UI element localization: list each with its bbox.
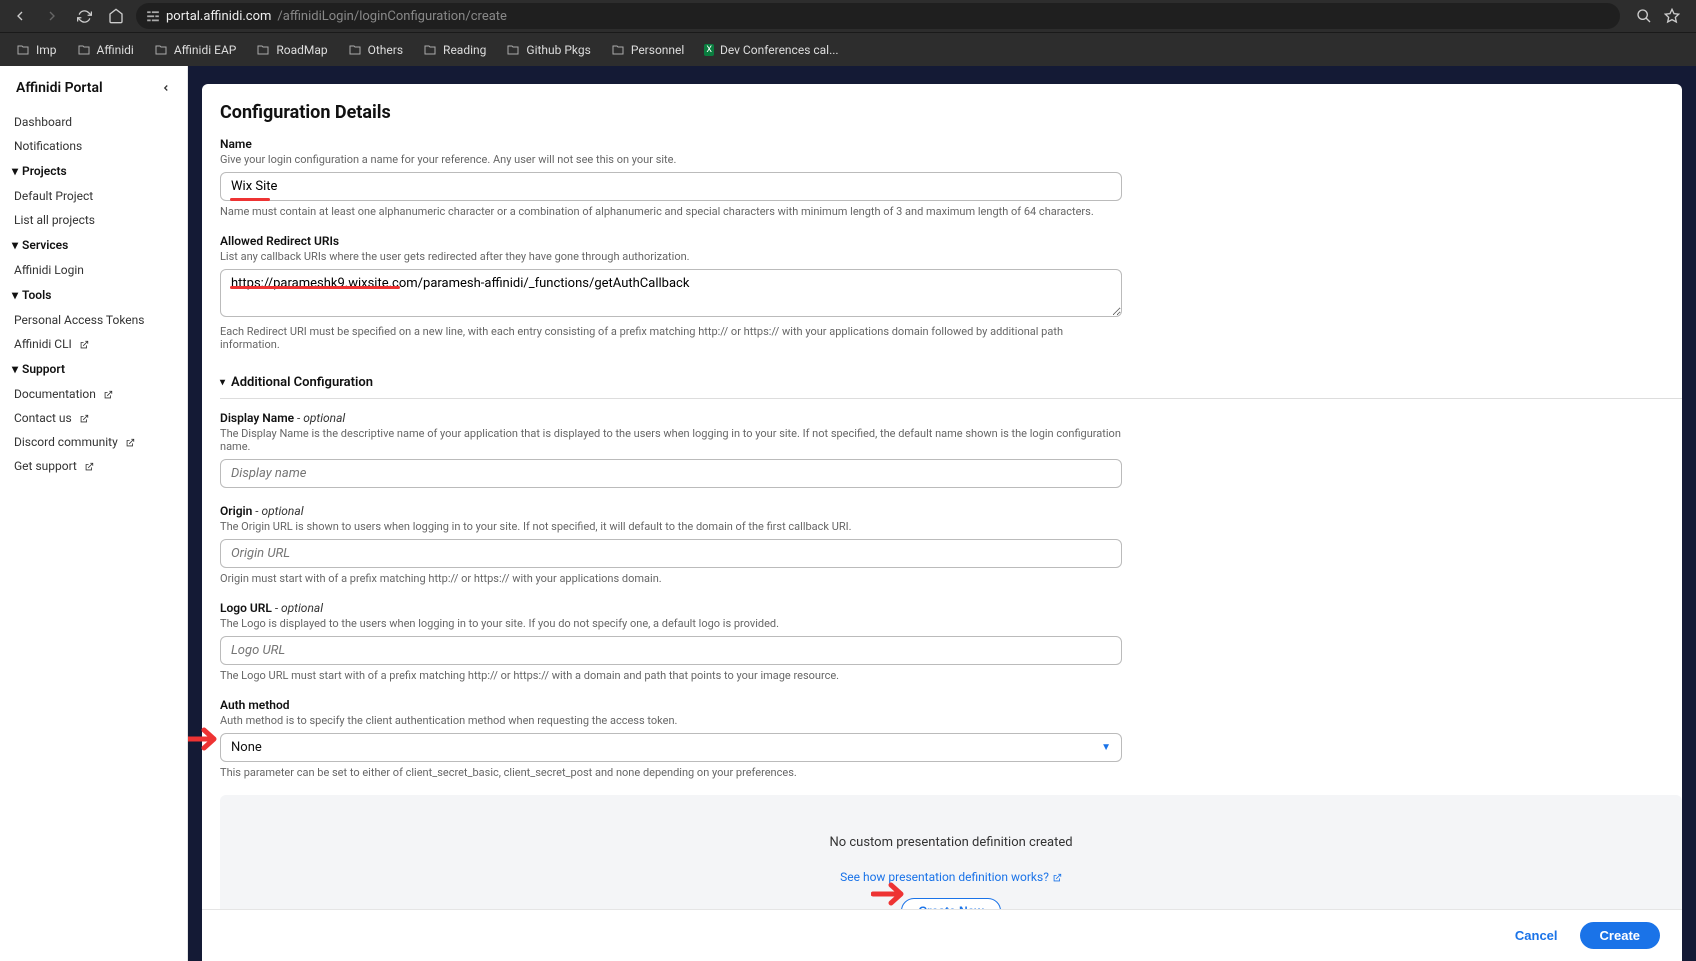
footer-actions: Cancel Create xyxy=(202,909,1682,961)
sidebar-item-default-project[interactable]: Default Project xyxy=(0,184,187,208)
bookmark-bar: Imp Affinidi Affinidi EAP RoadMap Others… xyxy=(0,32,1696,66)
annotation-arrow xyxy=(188,726,224,752)
external-link-icon xyxy=(1052,873,1062,883)
reload-button[interactable] xyxy=(72,4,96,28)
name-help: Name must contain at least one alphanume… xyxy=(220,205,1122,218)
cancel-button[interactable]: Cancel xyxy=(1505,922,1568,949)
annotation-underline xyxy=(230,286,400,289)
back-button[interactable] xyxy=(8,4,32,28)
display-name-desc: The Display Name is the descriptive name… xyxy=(220,427,1122,453)
sidebar-item-notifications[interactable]: Notifications xyxy=(0,134,187,158)
bookmark-affinidi-eap[interactable]: Affinidi EAP xyxy=(146,39,245,61)
sidebar-collapse-icon[interactable] xyxy=(161,80,171,96)
logo-desc: The Logo is displayed to the users when … xyxy=(220,617,1122,630)
sidebar: Affinidi Portal Dashboard Notifications … xyxy=(0,66,188,961)
url-bar[interactable]: portal.affinidi.com/affinidiLogin/loginC… xyxy=(136,3,1620,29)
external-link-icon xyxy=(125,438,135,448)
bookmark-github-pkgs[interactable]: Github Pkgs xyxy=(498,39,598,61)
logo-label: Logo URL - optional xyxy=(220,601,1122,615)
sidebar-heading-projects[interactable]: ▾Projects xyxy=(0,158,187,184)
logo-help: The Logo URL must start with of a prefix… xyxy=(220,669,1122,682)
redirect-desc: List any callback URIs where the user ge… xyxy=(220,250,1122,263)
origin-input[interactable] xyxy=(220,539,1122,568)
page-title: Configuration Details xyxy=(220,102,1122,123)
auth-desc: Auth method is to specify the client aut… xyxy=(220,714,1122,727)
auth-label: Auth method xyxy=(220,698,1122,712)
sidebar-title: Affinidi Portal xyxy=(16,80,103,96)
create-new-button[interactable]: Create New xyxy=(901,898,1000,909)
external-link-icon xyxy=(79,340,89,350)
browser-toolbar: portal.affinidi.com/affinidiLogin/loginC… xyxy=(0,0,1696,32)
zoom-icon[interactable] xyxy=(1636,8,1652,24)
pd-empty-msg: No custom presentation definition create… xyxy=(240,835,1662,850)
redirect-textarea[interactable] xyxy=(220,269,1122,317)
sidebar-item-dashboard[interactable]: Dashboard xyxy=(0,110,187,134)
site-settings-icon xyxy=(146,9,160,23)
sidebar-item-tokens[interactable]: Personal Access Tokens xyxy=(0,308,187,332)
bookmark-reading[interactable]: Reading xyxy=(415,39,494,61)
name-desc: Give your login configuration a name for… xyxy=(220,153,1122,166)
sidebar-heading-support[interactable]: ▾Support xyxy=(0,356,187,382)
external-link-icon xyxy=(103,390,113,400)
name-input[interactable] xyxy=(220,172,1122,201)
bookmark-personnel[interactable]: Personnel xyxy=(603,39,693,61)
origin-help: Origin must start with of a prefix match… xyxy=(220,572,1122,585)
sidebar-item-contact[interactable]: Contact us xyxy=(0,406,187,430)
auth-select[interactable]: None ▼ xyxy=(220,733,1122,762)
origin-desc: The Origin URL is shown to users when lo… xyxy=(220,520,1122,533)
chevron-down-icon: ▼ xyxy=(1101,742,1111,753)
create-button[interactable]: Create xyxy=(1580,922,1660,949)
logo-input[interactable] xyxy=(220,636,1122,665)
bookmark-others[interactable]: Others xyxy=(340,39,411,61)
sidebar-heading-tools[interactable]: ▾Tools xyxy=(0,282,187,308)
sidebar-item-affinidi-login[interactable]: Affinidi Login xyxy=(0,258,187,282)
external-link-icon xyxy=(84,462,94,472)
url-domain: portal.affinidi.com xyxy=(166,9,271,24)
redirect-label: Allowed Redirect URIs xyxy=(220,234,1122,248)
bookmark-imp[interactable]: Imp xyxy=(8,39,65,61)
sidebar-item-get-support[interactable]: Get support xyxy=(0,454,187,478)
main-area: Configuration Details Name Give your log… xyxy=(188,66,1696,961)
external-link-icon xyxy=(79,414,89,424)
bookmark-roadmap[interactable]: RoadMap xyxy=(248,39,335,61)
origin-label: Origin - optional xyxy=(220,504,1122,518)
annotation-underline xyxy=(230,198,270,201)
display-name-input[interactable] xyxy=(220,459,1122,488)
auth-help: This parameter can be set to either of c… xyxy=(220,766,1122,779)
additional-config-toggle[interactable]: ▾Additional Configuration xyxy=(220,367,1682,399)
sidebar-heading-services[interactable]: ▾Services xyxy=(0,232,187,258)
sidebar-item-cli[interactable]: Affinidi CLI xyxy=(0,332,187,356)
display-name-label: Display Name - optional xyxy=(220,411,1122,425)
url-path: /affinidiLogin/loginConfiguration/create xyxy=(277,9,507,24)
star-icon[interactable] xyxy=(1664,8,1680,24)
name-label: Name xyxy=(220,137,1122,151)
bookmark-dev-conferences[interactable]: XDev Conferences cal... xyxy=(696,39,846,61)
sidebar-item-list-projects[interactable]: List all projects xyxy=(0,208,187,232)
pd-help-link[interactable]: See how presentation definition works? xyxy=(840,870,1062,884)
presentation-definition-box: No custom presentation definition create… xyxy=(220,795,1682,909)
sidebar-item-docs[interactable]: Documentation xyxy=(0,382,187,406)
redirect-help: Each Redirect URI must be specified on a… xyxy=(220,325,1122,351)
home-button[interactable] xyxy=(104,4,128,28)
bookmark-affinidi[interactable]: Affinidi xyxy=(69,39,142,61)
forward-button[interactable] xyxy=(40,4,64,28)
sidebar-item-discord[interactable]: Discord community xyxy=(0,430,187,454)
